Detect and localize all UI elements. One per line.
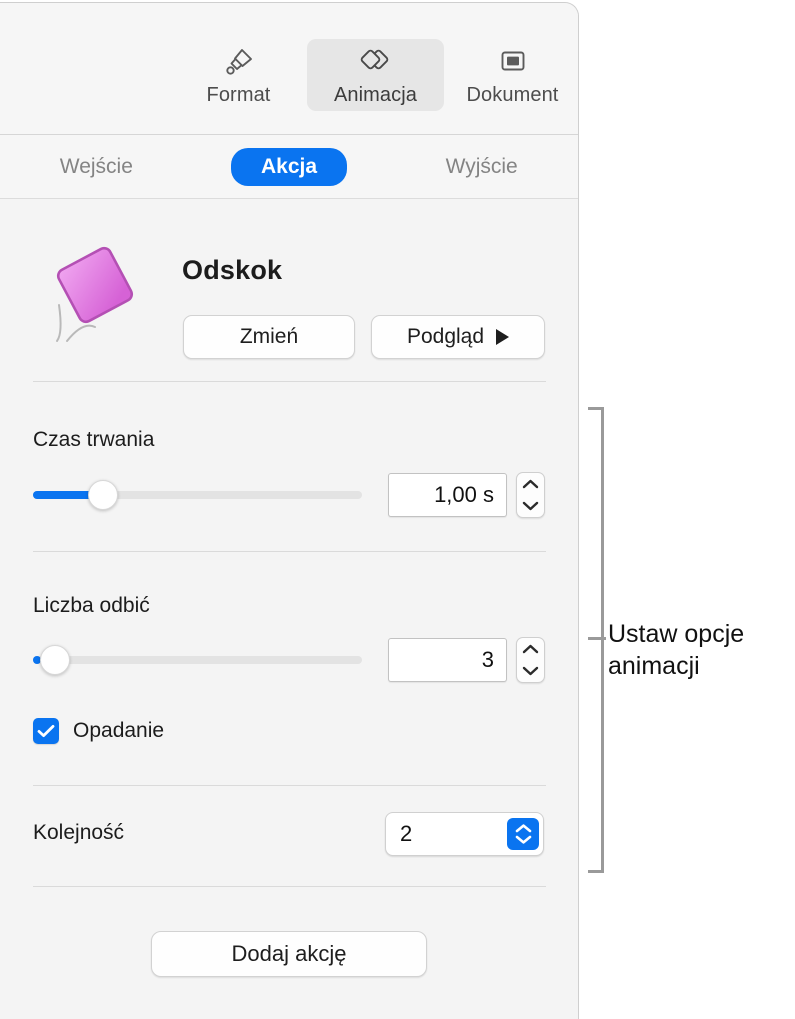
- duration-input[interactable]: 1,00 s: [388, 473, 507, 517]
- divider-after-fall: [33, 785, 546, 786]
- callout-bracket: [588, 407, 604, 873]
- animation-phase-tabs: Wejście Akcja Wyjście: [0, 135, 578, 199]
- divider-after-effect: [33, 381, 546, 382]
- inspector-tab-group: Format Animacja Dokument: [170, 39, 581, 111]
- change-effect-button[interactable]: Zmień: [183, 315, 355, 359]
- bounces-slider[interactable]: [33, 645, 362, 675]
- callout-tick: [588, 637, 606, 640]
- paintbrush-icon: [223, 45, 255, 79]
- effect-name: Odskok: [182, 255, 283, 285]
- chevron-up-down-icon: [507, 818, 539, 850]
- tab-akcja[interactable]: Akcja: [193, 147, 386, 186]
- tab-wejscie-label: Wejście: [59, 154, 133, 178]
- checkmark-icon: [37, 725, 55, 737]
- inspector-content: Odskok Zmień Podgląd Czas trwania 1,00 s: [0, 199, 578, 1019]
- bounces-slider-knob[interactable]: [40, 645, 70, 675]
- bounces-input[interactable]: 3: [388, 638, 507, 682]
- toolbar-item-format[interactable]: Format: [170, 39, 307, 111]
- document-rect-icon: [497, 45, 529, 79]
- duration-slider[interactable]: [33, 480, 362, 510]
- bounces-label: Liczba odbić: [33, 594, 150, 617]
- toolbar-item-animation[interactable]: Animacja: [307, 39, 444, 111]
- bounces-slider-track: [33, 656, 362, 664]
- stepper-up-icon: [522, 644, 539, 654]
- animation-diamonds-icon: [359, 45, 393, 79]
- add-action-button[interactable]: Dodaj akcję: [151, 931, 427, 977]
- fall-checkbox[interactable]: [33, 718, 59, 744]
- bouncing-square-icon: [33, 237, 153, 347]
- toolbar-item-document-label: Dokument: [466, 84, 559, 106]
- toolbar-item-document[interactable]: Dokument: [444, 39, 581, 111]
- inspector-screenshot: Format Animacja Dokument Wejście Akcja W…: [0, 0, 795, 1019]
- tab-wyjscie[interactable]: Wyjście: [385, 148, 578, 186]
- order-popup-button[interactable]: 2: [385, 812, 544, 856]
- effect-summary-row: Odskok Zmień Podgląd: [0, 219, 578, 359]
- animation-inspector-panel: Format Animacja Dokument Wejście Akcja W…: [0, 2, 579, 1019]
- toolbar-item-format-label: Format: [206, 84, 271, 106]
- fall-checkbox-row[interactable]: Opadanie: [33, 718, 164, 744]
- stepper-down-icon: [522, 666, 539, 676]
- stepper-down-icon: [522, 501, 539, 511]
- callout-text: Ustaw opcje animacji: [608, 620, 745, 680]
- duration-stepper[interactable]: [516, 472, 545, 518]
- duration-label: Czas trwania: [33, 428, 155, 451]
- toolbar-item-animation-label: Animacja: [333, 84, 418, 106]
- duration-slider-knob[interactable]: [88, 480, 118, 510]
- order-label: Kolejność: [33, 821, 125, 844]
- preview-effect-button[interactable]: Podgląd: [371, 315, 545, 359]
- change-effect-label: Zmień: [239, 325, 299, 348]
- inspector-toolbar: Format Animacja Dokument: [0, 3, 578, 135]
- order-popup-value: 2: [400, 821, 413, 846]
- tab-akcja-label: Akcja: [230, 147, 348, 186]
- play-icon: [496, 329, 510, 345]
- add-action-label: Dodaj akcję: [231, 941, 347, 966]
- preview-effect-label: Podgląd: [406, 325, 485, 348]
- stepper-up-icon: [522, 479, 539, 489]
- tab-wejscie[interactable]: Wejście: [0, 148, 193, 186]
- bounces-stepper[interactable]: [516, 637, 545, 683]
- fall-checkbox-label: Opadanie: [73, 719, 165, 742]
- tab-wyjscie-label: Wyjście: [445, 154, 518, 178]
- divider-after-duration: [33, 551, 546, 552]
- divider-after-order: [33, 886, 546, 887]
